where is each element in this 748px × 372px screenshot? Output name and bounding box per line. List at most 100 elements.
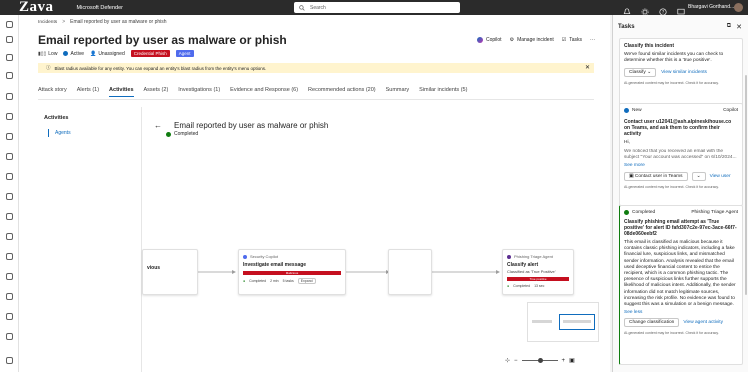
gear-icon: ⚙ xyxy=(509,37,515,43)
zoom-out-icon[interactable]: − xyxy=(514,358,518,364)
home-icon[interactable] xyxy=(6,36,13,43)
minimap[interactable] xyxy=(527,302,599,342)
actions-icon[interactable] xyxy=(6,113,13,120)
close-icon[interactable]: ✕ xyxy=(736,23,742,31)
bell-icon[interactable] xyxy=(623,3,631,14)
devices-icon[interactable] xyxy=(6,173,13,180)
task-card-contact-user: New Copilot Contact user u12041@ash.alpi… xyxy=(619,103,743,206)
app-logo[interactable]: Zava xyxy=(19,0,54,15)
ai-disclaimer: AI-generated content may be incorrect. C… xyxy=(624,81,719,86)
top-bar: Zava Microsoft Defender Search ? Bhargav… xyxy=(0,0,748,16)
tab-similar-incidents[interactable]: Similar incidents (5) xyxy=(419,87,467,97)
incident-meta: ▮▯▯ Low Active 👤 Unassigned Credential Phi… xyxy=(38,50,194,57)
incident-tabs: Attack story Alerts (1) Activities Asset… xyxy=(38,87,477,97)
status-badge: Active xyxy=(63,51,84,57)
tab-activities[interactable]: Activities xyxy=(109,87,134,97)
tab-investigations[interactable]: Investigations (1) xyxy=(178,87,220,97)
tab-recommended-actions[interactable]: Recommended actions (20) xyxy=(308,87,376,97)
shield-icon[interactable] xyxy=(6,54,13,61)
view-similar-incidents-link[interactable]: View similar incidents xyxy=(661,70,707,75)
learning-icon[interactable] xyxy=(6,293,13,300)
search-icon xyxy=(299,4,305,11)
trials-icon[interactable] xyxy=(6,313,13,320)
info-banner: ⓘ Blast radius available for any entity.… xyxy=(38,63,594,73)
verdict-bar: True positive xyxy=(507,277,569,281)
main-content: Incidents > Email reported by user as malw… xyxy=(19,15,610,372)
zoom-in-icon[interactable]: + xyxy=(562,358,566,364)
email-icon[interactable] xyxy=(6,193,13,200)
copilot-icon xyxy=(243,254,247,259)
reports-icon[interactable] xyxy=(6,273,13,280)
ai-disclaimer: AI-generated content may be incorrect. C… xyxy=(624,331,719,336)
assigned-to[interactable]: 👤 Unassigned xyxy=(90,51,125,57)
tasks-icon: ☑ xyxy=(561,37,567,43)
threat-intel-icon[interactable] xyxy=(6,133,13,140)
task-card-classify: Classify this incident We've found simil… xyxy=(619,38,743,107)
settings-icon[interactable] xyxy=(6,333,13,340)
severity-indicator: ▮▯▯ Low xyxy=(38,50,58,57)
copilot-button[interactable]: Copilot xyxy=(477,37,502,43)
popout-icon[interactable]: ⧉ xyxy=(727,23,731,30)
dropdown-button[interactable]: ⌄ xyxy=(691,172,706,182)
apps-icon[interactable] xyxy=(6,253,13,260)
customize-icon[interactable] xyxy=(6,357,13,364)
teams-icon: ▣ xyxy=(629,174,634,180)
product-name: Microsoft Defender xyxy=(76,4,123,11)
breadcrumb-incidents[interactable]: Incidents xyxy=(38,20,57,25)
check-icon: ● xyxy=(243,279,246,283)
tasks-button[interactable]: ☑ Tasks xyxy=(562,37,582,43)
tab-alerts[interactable]: Alerts (1) xyxy=(77,87,99,97)
scrollbar[interactable] xyxy=(745,75,747,295)
cloud-icon[interactable] xyxy=(6,213,13,220)
classify-button[interactable]: Classify ⌄ xyxy=(624,68,657,78)
feedback-icon[interactable] xyxy=(677,3,685,15)
info-icon: ⓘ xyxy=(46,65,51,70)
help-icon[interactable]: ? xyxy=(659,3,667,16)
search-input[interactable]: Search xyxy=(294,2,460,13)
minimap-toggle-icon[interactable]: ▣ xyxy=(569,357,575,364)
see-less-link[interactable]: See less xyxy=(624,310,738,315)
assets-icon[interactable] xyxy=(6,153,13,160)
flow-node-investigate[interactable]: Security Copilot Investigate email messa… xyxy=(238,249,346,295)
manage-incident-button[interactable]: ⚙ Manage incident xyxy=(510,37,554,43)
flow-node-verdict[interactable] xyxy=(388,249,432,295)
sidebar-item-agents[interactable]: Agents xyxy=(48,129,138,137)
tasks-pane: Tasks ✕ ⧉ Classify this incident We've f… xyxy=(612,15,748,372)
menu-icon[interactable] xyxy=(6,21,13,28)
identity-icon[interactable] xyxy=(6,233,13,240)
fit-icon[interactable]: ⊹ xyxy=(505,357,510,364)
copilot-label: Copilot xyxy=(723,108,738,113)
tab-assets[interactable]: Assets (2) xyxy=(144,87,169,97)
tag-agent: Agent xyxy=(175,50,194,57)
view-user-link[interactable]: View user xyxy=(710,174,731,179)
zoom-slider[interactable] xyxy=(521,358,558,363)
user-name[interactable]: Bhargavi Gorthand... xyxy=(688,4,734,10)
verdict-bar: Malicious xyxy=(243,271,341,275)
gear-icon[interactable] xyxy=(641,3,649,16)
more-options-icon[interactable]: ··· xyxy=(590,37,595,43)
see-more-link[interactable]: See more xyxy=(624,163,738,168)
avatar[interactable] xyxy=(734,3,743,12)
change-classification-button[interactable]: Change classification xyxy=(624,318,680,328)
task-card-classify-phishing: Completed Phishing Triage Agent Classify… xyxy=(619,205,743,365)
svg-text:?: ? xyxy=(662,10,664,15)
incidents-icon[interactable] xyxy=(6,72,13,79)
breadcrumb: Incidents > Email reported by user as malw… xyxy=(38,19,167,25)
hunting-icon[interactable] xyxy=(6,93,13,100)
contact-user-teams-button[interactable]: ▣ Contact user in Teams xyxy=(624,172,688,182)
tasks-heading: Tasks xyxy=(618,24,635,30)
tab-attack-story[interactable]: Attack story xyxy=(38,87,67,97)
tab-evidence[interactable]: Evidence and Response (6) xyxy=(230,87,298,97)
agent-canvas[interactable]: ← Email reported by user as malware or p… xyxy=(141,107,603,372)
check-icon: ● xyxy=(507,284,510,288)
close-icon[interactable]: ✕ xyxy=(585,64,590,71)
flow-node-previous[interactable]: vious xyxy=(142,249,198,295)
ai-disclaimer: AI-generated content may be incorrect. C… xyxy=(624,185,719,190)
flow-node-classify[interactable]: Phishing Triage Agent Classify alert Cla… xyxy=(502,249,574,295)
expand-button[interactable]: Expand xyxy=(297,278,316,284)
copilot-icon xyxy=(477,37,483,43)
tab-summary[interactable]: Summary xyxy=(386,87,410,97)
view-agent-activity-link[interactable]: View agent activity xyxy=(683,320,723,325)
completed-icon xyxy=(624,210,629,215)
sidebar-heading: Activities xyxy=(44,115,69,121)
